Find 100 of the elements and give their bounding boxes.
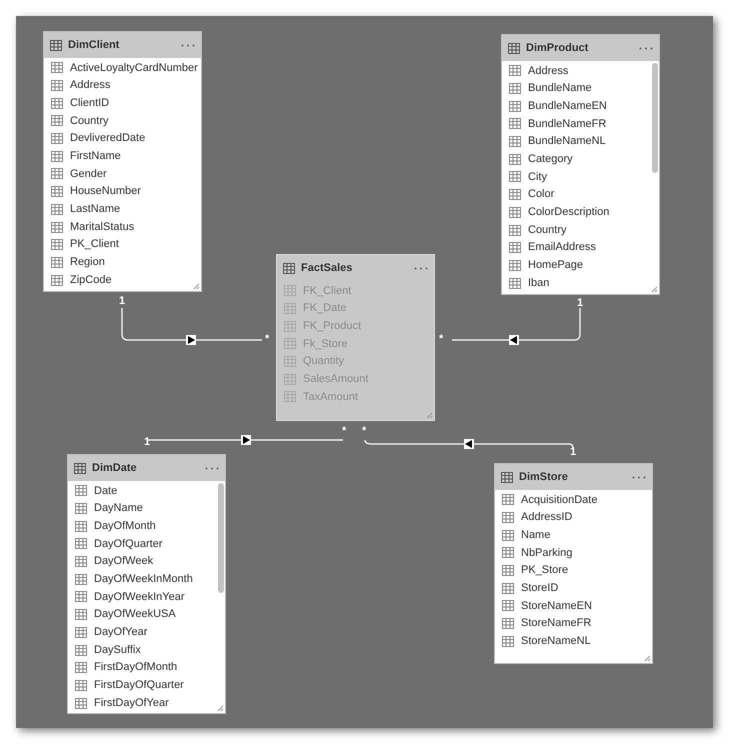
field-name: Quantity: [303, 354, 344, 370]
field-icon: [284, 285, 296, 296]
field-name: StoreNameFR: [521, 616, 592, 632]
field-name: Name: [521, 528, 550, 543]
field-name: ColorDescription: [528, 205, 610, 220]
field-name: LastName: [70, 202, 120, 218]
field-icon: [51, 168, 63, 180]
cardinality-label: *: [342, 426, 346, 437]
field-name: BundleNameFR: [528, 116, 606, 132]
field-name: HouseNumber: [70, 184, 141, 200]
field-icon: [509, 171, 521, 182]
field-icon: [75, 591, 87, 602]
field-name: TaxAmount: [303, 390, 358, 405]
direction-arrow-icon: [186, 335, 196, 345]
field-icon: [75, 485, 87, 496]
field-name: HomePage: [528, 258, 584, 274]
more-icon[interactable]: [181, 44, 195, 46]
scrollbar[interactable]: [218, 483, 224, 593]
field-name: SalesAmount: [303, 372, 368, 388]
field-icon: [509, 136, 521, 148]
table-header[interactable]: DimClient: [44, 32, 201, 58]
field-icon: [509, 206, 521, 218]
table-header[interactable]: DimProduct: [502, 35, 659, 61]
field-name: Color: [528, 187, 554, 202]
field-icon: [51, 256, 63, 268]
field-name: City: [528, 170, 547, 185]
field-name: BundleNameNL: [528, 134, 606, 150]
table-name: DimDate: [92, 460, 138, 476]
field-icon: [284, 320, 296, 332]
table-icon: [74, 462, 86, 474]
more-icon[interactable]: [632, 476, 646, 478]
field-name: Region: [70, 255, 105, 270]
field-icon: [75, 680, 87, 691]
field-icon: [502, 582, 514, 594]
field-icon: [51, 239, 63, 250]
resize-grip-icon[interactable]: [217, 705, 224, 712]
field-icon: [509, 83, 521, 94]
field-name: Gender: [70, 166, 107, 182]
relationship-line[interactable]: [148, 439, 343, 441]
cardinality-label: *: [265, 334, 270, 345]
field-name: FirstDayOfQuarter: [94, 678, 184, 694]
field-name: DayOfWeekInYear: [94, 590, 184, 605]
direction-arrow-icon: [241, 435, 251, 445]
field-icon: [75, 520, 87, 532]
cardinality-label: 1: [119, 296, 126, 307]
cardinality-label: *: [362, 426, 366, 437]
table-icon: [508, 42, 520, 54]
field-icon: [75, 644, 87, 656]
scrollbar[interactable]: [652, 63, 658, 173]
resize-grip-icon[interactable]: [426, 412, 433, 419]
field-name: DayOfWeek: [94, 554, 154, 570]
field-icon: [51, 274, 63, 286]
field-icon: [509, 65, 521, 76]
table-header[interactable]: DimStore: [495, 464, 652, 490]
table-card[interactable]: DimProduct Address BundleName BundleNameEN BundleNameFR BundleNameNL Category City Color ColorDescription Country EmailAddress HomePage Iban: [501, 34, 660, 295]
field-name: DayOfWeekInMonth: [94, 572, 193, 588]
table-header[interactable]: DimDate: [68, 455, 225, 481]
cardinality-label: *: [439, 334, 444, 345]
field-name: FK_Product: [303, 318, 362, 334]
field-name: DayOfMonth: [94, 518, 156, 534]
field-name: StoreNameNL: [521, 634, 591, 650]
field-name: Category: [528, 152, 573, 168]
field-name: Date: [94, 484, 118, 499]
field-name: AddressID: [521, 510, 572, 526]
field-icon: [75, 698, 87, 709]
field-icon: [502, 600, 514, 612]
table-card[interactable]: FactSales FK_Client FK_Date FK_Product Fk_Store Quantity SalesAmount TaxAmount: [276, 254, 435, 421]
table-icon: [501, 472, 513, 482]
table-card[interactable]: DimDate Date DayName DayOfMonth DayOfQuarter DayOfWeek DayOfWeekInMonth DayOfWeekInYear DayOfWeekUSA DayOfYear DaySuffix FirstDayOfMonth FirstDayOfQuarter FirstDayOfYear: [67, 454, 226, 714]
field-name: FirstDayOfMonth: [94, 660, 178, 676]
resize-grip-icon[interactable]: [644, 655, 651, 662]
resize-grip-icon[interactable]: [651, 286, 658, 293]
table-card[interactable]: DimClient ActiveLoyaltyCardNumber Address ClientID Country DevliveredDate FirstName Gender HouseNumber LastName MaritalStatus PK_Client Region ZipCode: [43, 31, 202, 292]
field-name: StoreID: [521, 581, 558, 596]
field-icon: [284, 391, 296, 402]
field-name: DayOfWeekUSA: [94, 607, 176, 622]
table-icon: [283, 262, 295, 274]
field-icon: [502, 547, 514, 558]
field-icon: [284, 338, 296, 350]
field-icon: [509, 154, 521, 165]
field-icon: [75, 556, 87, 568]
table-card[interactable]: DimStore AcquisitionDate AddressID Name NbParking PK_Store StoreID StoreNameEN StoreNameFR StoreNameNL: [494, 463, 653, 664]
field-icon: [51, 204, 63, 215]
field-icon: [51, 222, 63, 233]
field-icon: [51, 150, 63, 162]
field-icon: [509, 189, 521, 200]
field-icon: [51, 98, 63, 109]
field-icon: [502, 636, 514, 647]
more-icon[interactable]: [414, 266, 428, 270]
resize-grip-icon[interactable]: [193, 283, 200, 290]
field-icon: [51, 80, 63, 92]
more-icon[interactable]: [639, 46, 653, 50]
more-icon[interactable]: [205, 466, 219, 470]
field-icon: [51, 62, 63, 74]
field-name: ClientID: [70, 96, 110, 111]
field-name: FK_Client: [303, 284, 352, 299]
field-icon: [284, 303, 296, 314]
field-name: Fk_Store: [303, 336, 348, 352]
field-name: ActiveLoyaltyCardNumber: [70, 60, 198, 76]
field-icon: [509, 242, 521, 254]
